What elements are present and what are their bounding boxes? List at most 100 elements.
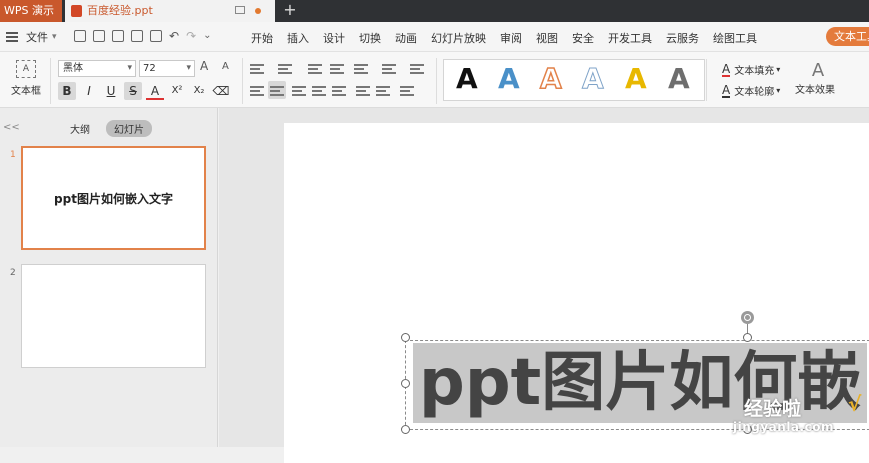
bullets-icon[interactable] <box>250 64 264 74</box>
resize-handle-top-left[interactable] <box>401 333 410 342</box>
pane-tabs: 大纲 幻灯片 <box>62 120 152 137</box>
font-name-select[interactable]: 黑体 <box>58 60 136 77</box>
rotate-handle-icon[interactable] <box>741 311 754 324</box>
text-outline-button[interactable]: A 文本轮廓 ▾ <box>722 83 780 98</box>
print-preview-icon[interactable] <box>150 30 162 42</box>
text-style-2[interactable]: A <box>498 62 520 96</box>
tab-insert[interactable]: 插入 <box>280 30 316 46</box>
tab-slideshow[interactable]: 幻灯片放映 <box>424 30 493 46</box>
line-spacing-icon[interactable] <box>356 86 370 96</box>
tab-slides[interactable]: 幻灯片 <box>106 120 152 137</box>
redo-icon[interactable]: ↷ <box>186 30 196 42</box>
resize-handle-top-center[interactable] <box>743 333 752 342</box>
paragraph-spacing-icon[interactable] <box>376 86 390 96</box>
clear-format-icon[interactable]: ⌫ <box>212 82 230 100</box>
new-tab-button[interactable]: + <box>280 0 300 22</box>
monitor-icon[interactable] <box>235 6 245 14</box>
file-menu[interactable]: 文件 ▾ <box>6 29 57 45</box>
decrease-indent-icon[interactable] <box>308 64 322 74</box>
font-size-select[interactable]: 72 <box>139 60 195 77</box>
app-tab[interactable]: WPS 演示 <box>0 0 62 22</box>
slide-number: 2 <box>10 268 16 278</box>
chevron-down-icon: ▾ <box>776 65 781 74</box>
document-tab[interactable]: 百度经验.ppt <box>65 0 275 22</box>
open-icon[interactable] <box>74 30 86 42</box>
undo-icon[interactable]: ↶ <box>169 30 179 42</box>
paragraph-settings-icon[interactable] <box>400 86 414 96</box>
tab-outline[interactable]: 大纲 <box>62 120 98 137</box>
columns-icon[interactable] <box>354 64 368 74</box>
tab-cloud[interactable]: 云服务 <box>659 30 706 46</box>
ribbon: A 文本框 黑体 72 A A B I U S A X² X₂ ⌫ A A A … <box>0 52 869 108</box>
text-style-4[interactable]: A <box>582 62 605 96</box>
format-buttons: B I U S A X² X₂ ⌫ <box>58 82 230 100</box>
divider <box>242 58 243 104</box>
slide-number: 1 <box>10 150 16 160</box>
grow-font-icon[interactable]: A <box>200 59 208 73</box>
slide-pane: << 大纲 幻灯片 1 ppt图片如何嵌入文字 2 <box>0 108 218 447</box>
style-gallery-scroll[interactable] <box>706 59 714 101</box>
tab-developer[interactable]: 开发工具 <box>601 30 659 46</box>
divider <box>50 58 51 104</box>
print-icon[interactable] <box>131 30 143 42</box>
text-fill-label: 文本填充 <box>734 66 775 77</box>
slide-thumbnail-title: ppt图片如何嵌入文字 <box>54 192 173 206</box>
resize-handle-middle-left[interactable] <box>401 379 410 388</box>
resize-handle-bottom-left[interactable] <box>401 425 410 434</box>
slide-thumbnail-1[interactable]: ppt图片如何嵌入文字 <box>21 146 206 250</box>
title-bar: WPS 演示 百度经验.ppt + <box>0 0 869 22</box>
ppt-file-icon <box>71 5 82 17</box>
customize-icon[interactable]: ⌄ <box>203 30 211 42</box>
text-style-6[interactable]: A <box>668 62 690 96</box>
superscript-button[interactable]: X² <box>168 82 186 100</box>
text-style-5[interactable]: A <box>625 62 647 96</box>
numbering-icon[interactable] <box>278 64 292 74</box>
chevron-down-icon: ▾ <box>52 32 57 42</box>
underline-button[interactable]: U <box>102 82 120 100</box>
text-outline-icon: A <box>722 82 731 98</box>
subscript-button[interactable]: X₂ <box>190 82 208 100</box>
justify-icon[interactable] <box>312 86 326 96</box>
tab-transitions[interactable]: 切换 <box>352 30 388 46</box>
file-menu-label: 文件 <box>26 31 48 44</box>
slide-thumbnail-2[interactable] <box>21 264 206 368</box>
text-style-gallery: A A A A A A <box>443 59 705 101</box>
tab-text-tools[interactable]: 文本工具 <box>826 27 869 46</box>
align-center-icon <box>270 86 284 96</box>
text-effect-label: 文本效果 <box>795 85 835 96</box>
text-outline-label: 文本轮廓 <box>734 87 775 98</box>
text-fill-icon: A <box>722 61 731 77</box>
distribute-icon[interactable] <box>332 86 346 96</box>
watermark-url: jingyanla.com <box>733 420 834 434</box>
ribbon-tabs: 开始 插入 设计 切换 动画 幻灯片放映 审阅 视图 安全 开发工具 云服务 绘… <box>244 30 764 46</box>
menu-bar: 文件 ▾ ↶ ↷ ⌄ 开始 插入 设计 切换 动画 幻灯片放映 审阅 视图 安全… <box>0 22 869 52</box>
hamburger-icon <box>6 32 18 42</box>
increase-indent-icon[interactable] <box>330 64 344 74</box>
text-style-1[interactable]: A <box>456 62 478 96</box>
textbox-label: 文本框 <box>11 86 41 97</box>
tab-drawing-tools[interactable]: 绘图工具 <box>706 30 764 46</box>
align-left-icon[interactable] <box>250 86 264 96</box>
text-direction-icon[interactable] <box>382 64 396 74</box>
bold-button[interactable]: B <box>58 82 76 100</box>
font-color-button[interactable]: A <box>146 82 164 100</box>
textbox-button[interactable]: A 文本框 <box>6 58 46 104</box>
shrink-font-icon[interactable]: A <box>222 61 229 72</box>
save-icon[interactable] <box>93 30 105 42</box>
collapse-pane-button[interactable]: << <box>3 122 20 133</box>
align-right-icon[interactable] <box>292 86 306 96</box>
tab-design[interactable]: 设计 <box>316 30 352 46</box>
tab-security[interactable]: 安全 <box>565 30 601 46</box>
text-effect-button[interactable]: A 文本效果 <box>790 60 840 96</box>
text-style-3[interactable]: A <box>539 61 562 96</box>
tab-view[interactable]: 视图 <box>529 30 565 46</box>
tab-review[interactable]: 审阅 <box>493 30 529 46</box>
tab-home[interactable]: 开始 <box>244 30 280 46</box>
export-pdf-icon[interactable] <box>112 30 124 42</box>
text-fill-button[interactable]: A 文本填充 ▾ <box>722 62 780 77</box>
chevron-down-icon: ▾ <box>776 86 781 95</box>
tab-animations[interactable]: 动画 <box>388 30 424 46</box>
italic-button[interactable]: I <box>80 82 98 100</box>
strike-button[interactable]: S <box>124 82 142 100</box>
align-text-icon[interactable] <box>410 64 424 74</box>
